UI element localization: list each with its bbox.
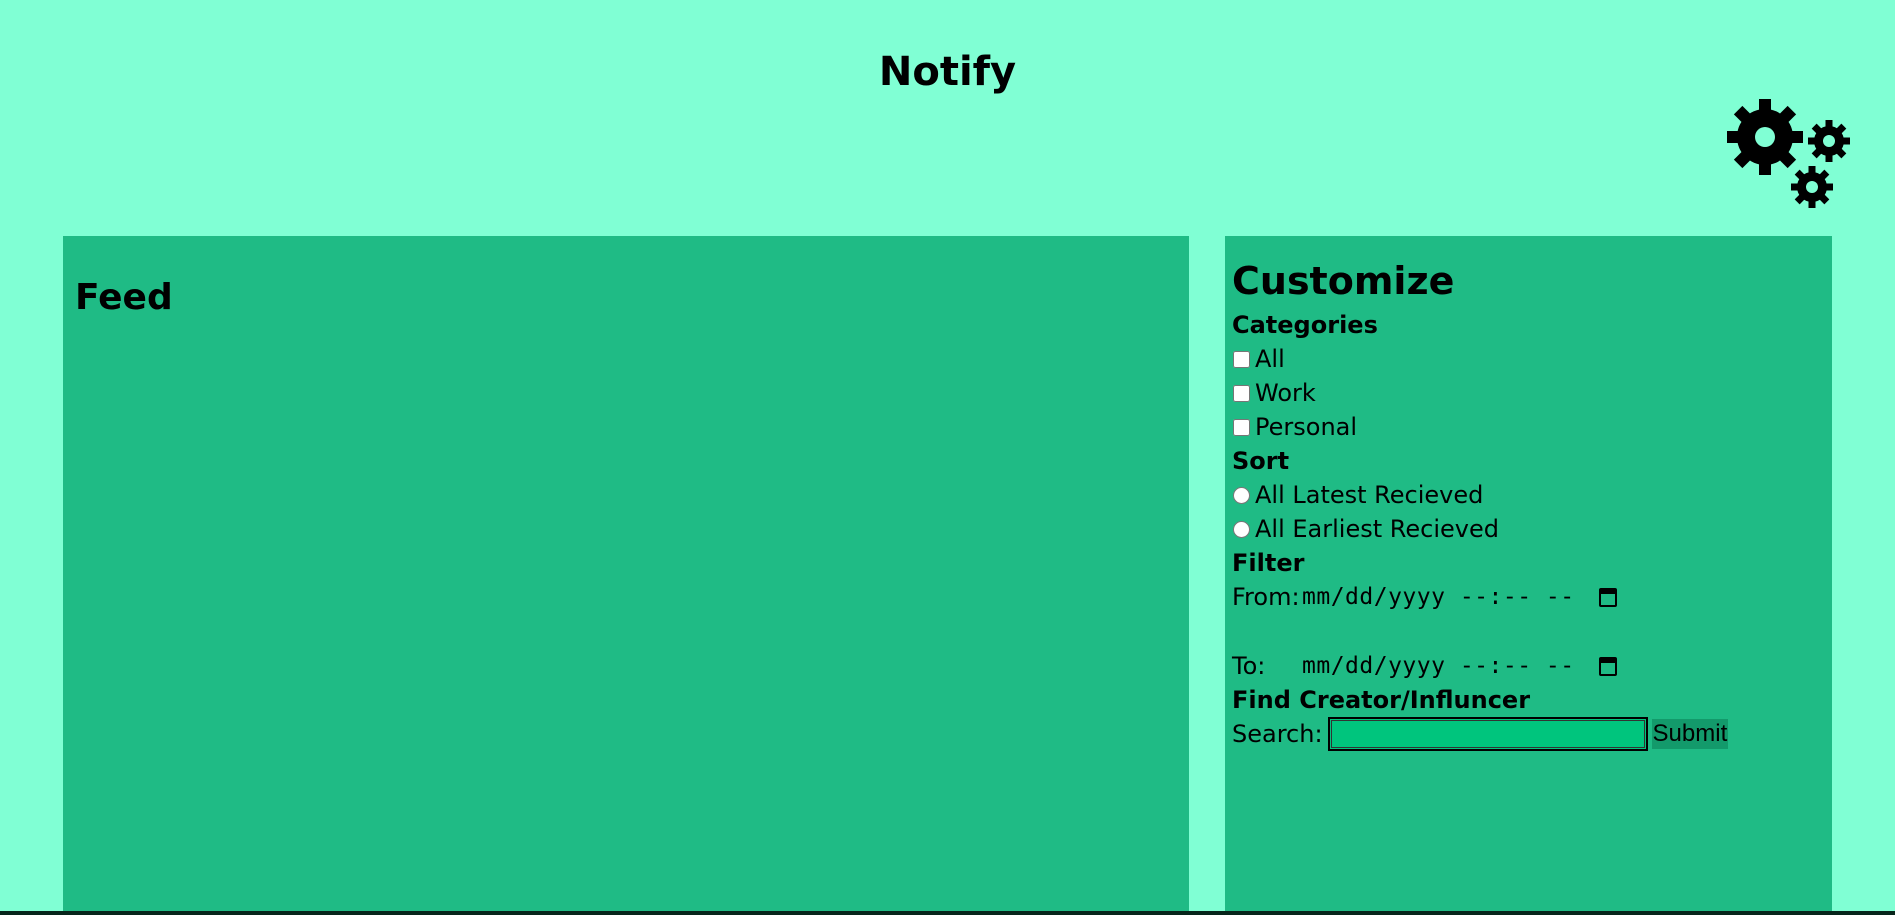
to-label: To: [1232,652,1266,680]
category-work[interactable]: Work [1232,376,1822,410]
calendar-icon[interactable] [1598,656,1617,676]
submit-button[interactable]: Submit [1651,719,1729,749]
app-title: Notify [878,49,1017,95]
search-input[interactable] [1327,717,1648,751]
find-creator-heading: Find Creator/Influncer [1232,686,1531,714]
sort-latest-radio[interactable] [1233,486,1250,504]
category-work-label: Work [1255,379,1316,407]
sort-latest-label: All Latest Recieved [1255,481,1484,509]
to-datetime-input[interactable]: mm/dd/yyyy --:-- -- [1302,653,1575,679]
to-date-field[interactable]: To: mm/dd/yyyy --:-- -- [1232,649,1822,683]
sort-earliest-label: All Earliest Recieved [1255,515,1499,543]
category-all[interactable]: All [1232,342,1822,376]
category-work-checkbox[interactable] [1233,384,1250,402]
sort-earliest[interactable]: All Earliest Recieved [1232,512,1822,546]
customize-content: Customize Categories All Work Personal S… [1232,258,1822,751]
sort-heading: Sort [1232,447,1290,475]
sort-earliest-radio[interactable] [1233,520,1250,538]
search-label: Search: [1232,720,1323,748]
from-label: From: [1232,583,1300,611]
category-all-label: All [1255,345,1285,373]
filter-heading: Filter [1232,549,1305,577]
customize-panel: Customize Categories All Work Personal S… [1225,236,1832,915]
feed-panel: Feed [63,236,1189,915]
category-personal[interactable]: Personal [1232,410,1822,444]
feed-title: Feed [75,277,173,318]
bottom-scrollbar[interactable] [0,911,1895,915]
category-all-checkbox[interactable] [1233,350,1250,368]
category-personal-checkbox[interactable] [1233,418,1250,436]
calendar-icon[interactable] [1598,587,1617,607]
gears-icon[interactable] [1725,98,1853,213]
from-datetime-input[interactable]: mm/dd/yyyy --:-- -- [1302,584,1575,610]
customize-title: Customize [1232,259,1455,303]
sort-latest[interactable]: All Latest Recieved [1232,478,1822,512]
categories-heading: Categories [1232,311,1378,339]
search-row: Search: Submit [1232,717,1822,751]
category-personal-label: Personal [1255,413,1358,441]
from-date-field[interactable]: From: mm/dd/yyyy --:-- -- [1232,580,1822,614]
